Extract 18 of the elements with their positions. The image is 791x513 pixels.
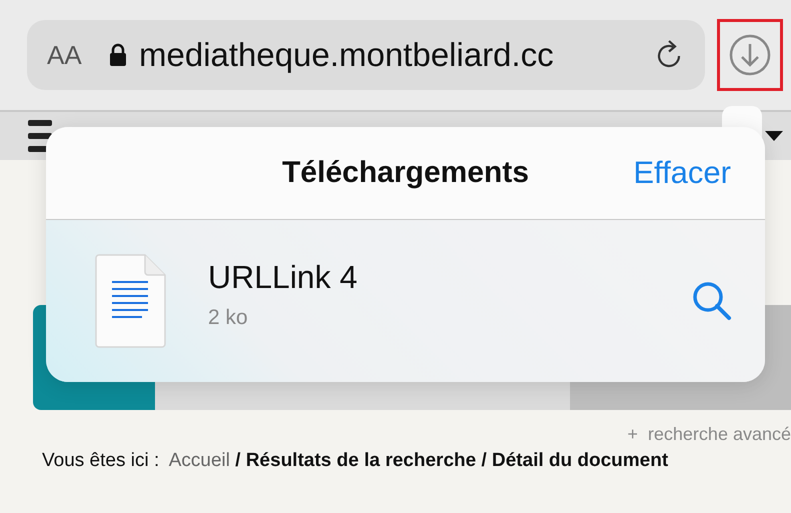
address-bar[interactable]: AA mediatheque.montbeliard.cc — [27, 20, 705, 90]
download-icon — [728, 33, 772, 77]
downloads-button[interactable] — [717, 19, 783, 91]
document-icon — [94, 254, 166, 348]
file-size: 2 ko — [208, 306, 249, 330]
text-size-button[interactable]: AA — [47, 40, 97, 70]
file-name: URLLink 4 — [208, 258, 358, 296]
popover-title: Téléchargements — [282, 156, 529, 190]
clear-button[interactable]: Effacer — [633, 155, 731, 191]
caret-icon[interactable] — [765, 131, 783, 141]
search-icon — [691, 280, 733, 322]
breadcrumb-link[interactable]: Accueil — [168, 450, 230, 471]
lock-icon — [109, 43, 127, 67]
breadcrumb: Vous êtes ici : Accueil / Résultats de la recherche / Détail du document — [42, 449, 670, 473]
advanced-search-link[interactable]: recherche avancé — [648, 424, 791, 445]
search-button[interactable] — [691, 280, 733, 322]
url-text: mediatheque.montbeliard.cc — [139, 36, 555, 74]
plus-icon[interactable]: + — [627, 424, 638, 445]
